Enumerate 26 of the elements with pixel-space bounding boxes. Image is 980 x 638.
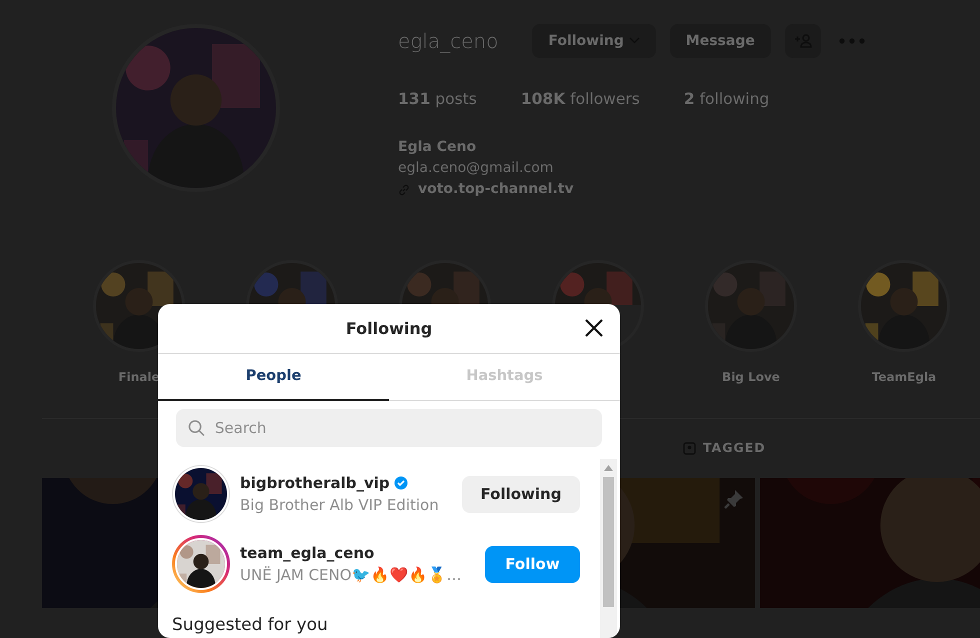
scrollbar[interactable] [600,459,617,638]
tagged-tab[interactable]: TAGGED [703,439,766,458]
username: egla_ceno [398,28,498,55]
follow-button[interactable]: Follow [485,546,580,582]
section-heading: Suggested for you [172,614,329,637]
dialog-tab[interactable]: People [158,354,389,401]
following-button[interactable]: Following [532,24,656,58]
full-name: Egla Ceno [398,138,478,158]
profile-link[interactable]: voto.top-channel.tv [418,179,574,200]
highlight-label[interactable]: Finale [118,368,160,386]
stat-count[interactable]: 2 following [684,88,770,112]
highlight-label[interactable]: Big Love [722,368,780,386]
scrollbar-thumb[interactable] [603,477,614,607]
close-icon [584,318,604,338]
stat-count[interactable]: 131 posts [398,88,477,112]
search-input[interactable]: Search [212,416,590,440]
search-icon [188,419,205,437]
dialog-tab[interactable]: Hashtags [389,354,620,401]
message-button[interactable]: Message [670,24,771,58]
highlight-label[interactable]: TeamEgla [872,368,936,386]
following-button[interactable]: Following [462,476,580,512]
dialog-title: Following [346,318,432,340]
scroll-up-icon [604,465,613,471]
email-text: egla.ceno@gmail.com [398,159,554,178]
stat-count[interactable]: 108K followers [520,88,640,112]
search-field[interactable]: Search [176,409,602,447]
